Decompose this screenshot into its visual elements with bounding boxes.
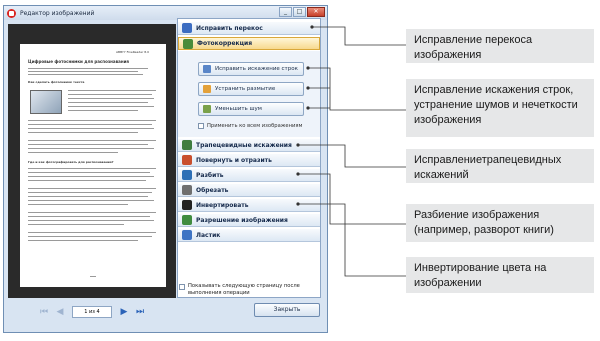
- callout-keystone: Исправлениетрапецевидных искажений: [406, 149, 594, 183]
- callout-split: Разбиение изображения (например, разворо…: [406, 204, 594, 242]
- callout-invert: Инвертирование цвета на изображении: [406, 257, 594, 293]
- callout-photo-correction: Исправление искажения строк, устранение …: [406, 79, 594, 137]
- callout-deskew: Исправление перекоса изображения: [406, 29, 594, 63]
